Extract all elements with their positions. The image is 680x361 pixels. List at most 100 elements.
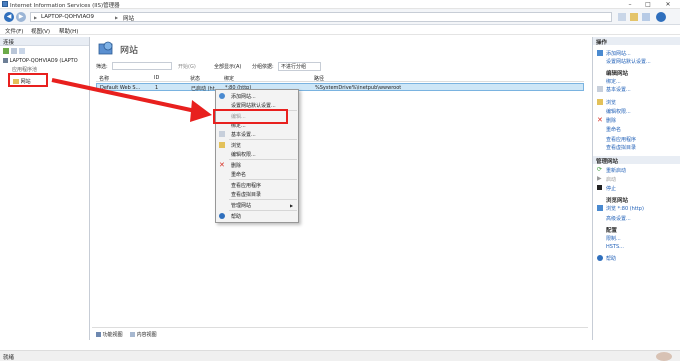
action-view-virtual-dirs-label: 查看虚拟目录: [606, 145, 637, 151]
context-item-rename-label: 重命名: [231, 172, 247, 178]
sites-globe-icon: [98, 41, 113, 55]
browse-globe-icon: [597, 205, 603, 211]
refresh-icon[interactable]: [618, 13, 626, 21]
actions-header: 操作: [593, 37, 680, 46]
save-icon[interactable]: [11, 48, 17, 54]
connections-toolbar: [3, 48, 43, 55]
actions-pane: 操作 添加网站... 设置网站默认设置... 编辑网站 绑定... 基本设置..…: [592, 37, 680, 340]
annotation-arrow: [51, 78, 212, 122]
home-icon[interactable]: [642, 13, 650, 21]
minimize-button[interactable]: –: [622, 0, 638, 9]
action-start-label: 启动: [606, 177, 617, 183]
tree-item-app-pools[interactable]: 应用程序池: [12, 66, 37, 73]
config-group: 配置: [606, 228, 618, 234]
close-button[interactable]: ✕: [660, 0, 676, 9]
action-stop-label: 停止: [606, 186, 617, 192]
view-tabs: 功能视图 内容视图: [92, 327, 588, 340]
tab-features-view-label: 功能视图: [102, 332, 123, 338]
tab-features-view[interactable]: 功能视图: [96, 331, 123, 338]
status-bar: 就绪: [0, 350, 680, 361]
server-icon: [3, 58, 8, 63]
submenu-arrow-icon: ▶: [290, 203, 294, 208]
help-icon[interactable]: [656, 12, 666, 22]
stop-icon[interactable]: [630, 13, 638, 21]
action-limits-label: 限制...: [606, 236, 621, 242]
context-item-edit-permissions[interactable]: 编辑权限...: [216, 150, 300, 158]
context-item-delete-label: 删除: [231, 163, 242, 169]
menu-file[interactable]: 文件(F): [5, 27, 23, 35]
avatar: [656, 352, 672, 361]
delete-icon: ✕: [219, 161, 225, 169]
group-by-label: 分组依据:: [252, 64, 274, 70]
action-help-label: 帮助: [606, 256, 617, 262]
context-item-edit-permissions-label: 编辑权限...: [231, 152, 256, 158]
back-button[interactable]: ◀: [4, 12, 14, 22]
context-item-view-virtual-dirs[interactable]: 查看虚拟目录: [216, 190, 300, 198]
column-path[interactable]: 路径: [314, 75, 324, 82]
context-item-browse-label: 浏览: [231, 143, 242, 149]
breadcrumb-separator-icon: ▶: [115, 15, 119, 20]
context-item-help[interactable]: 帮助: [216, 212, 300, 220]
browse-folder-icon: [219, 142, 225, 148]
action-browse-label: 浏览: [606, 100, 617, 106]
browse-site-group: 浏览网站: [606, 198, 629, 204]
action-browse-80-label: 浏览 *:80 (http): [606, 206, 644, 212]
address-bar: ◀ ▶ ▶ LAPTOP-QOHVIAO9 ▶ 网站: [0, 9, 680, 25]
menu-bar: 文件(F) 视图(V) 帮助(H): [0, 25, 680, 35]
context-separator: [229, 139, 297, 140]
action-edit-permissions-label: 编辑权限...: [606, 109, 631, 115]
status-text: 就绪: [3, 355, 15, 361]
action-hsts-label: HSTS...: [606, 244, 624, 250]
menu-help[interactable]: 帮助(H): [59, 27, 78, 35]
context-item-help-label: 帮助: [231, 214, 242, 220]
basic-settings-icon: [597, 86, 603, 92]
group-by-select[interactable]: 不进行分组: [278, 62, 322, 71]
tab-content-view[interactable]: 内容视图: [130, 331, 157, 338]
forward-button[interactable]: ▶: [16, 12, 26, 22]
help-icon: [219, 213, 225, 219]
row-path: %SystemDrive%\inetpub\wwwroot: [315, 85, 402, 91]
breadcrumb-item-server[interactable]: LAPTOP-QOHVIAO9: [41, 14, 94, 20]
add-site-icon: [597, 50, 603, 56]
action-basic-settings-label: 基本设置...: [606, 87, 631, 93]
edit-site-group: 编辑网站: [606, 71, 629, 77]
tree-item-sites-label: 网站: [20, 79, 31, 85]
sites-folder-icon: [13, 79, 19, 84]
manage-site-header: 管理网站: [593, 156, 680, 165]
context-item-manage-site-label: 管理网站: [231, 203, 252, 209]
connections-header: 连接: [0, 37, 89, 46]
annotation-arrow-head: [190, 100, 212, 122]
context-separator: [229, 159, 297, 160]
annotation-arrow-shaft: [51, 78, 201, 114]
breadcrumb-separator-icon: ▶: [34, 15, 38, 20]
context-item-browse[interactable]: 浏览: [216, 141, 300, 149]
context-item-view-applications[interactable]: 查看应用程序: [216, 181, 300, 189]
restart-icon: ⟳: [597, 166, 603, 173]
window-title: Internet Information Services (IIS)管理器: [10, 3, 120, 9]
context-item-add-site-label: 添加网站...: [231, 94, 256, 100]
tab-content-view-label: 内容视图: [136, 332, 157, 338]
browse-folder-icon: [597, 99, 603, 105]
breadcrumb[interactable]: ▶ LAPTOP-QOHVIAO9 ▶ 网站: [30, 12, 612, 22]
page-title: 网站: [120, 46, 139, 56]
context-item-delete[interactable]: ✕ 删除: [216, 161, 300, 170]
basic-settings-icon: [219, 131, 225, 137]
context-item-view-applications-label: 查看应用程序: [231, 183, 262, 189]
context-item-rename[interactable]: 重命名: [216, 170, 300, 178]
context-item-manage-site[interactable]: 管理网站 ▶: [216, 201, 300, 209]
breadcrumb-item-sites[interactable]: 网站: [123, 14, 134, 22]
features-view-icon: [96, 332, 101, 337]
context-separator: [229, 179, 297, 180]
context-item-site-defaults-label: 设置网站默认设置...: [231, 103, 276, 109]
context-item-basic-settings[interactable]: 基本设置...: [216, 130, 300, 138]
action-view-applications-label: 查看应用程序: [606, 137, 637, 143]
maximize-button[interactable]: □: [640, 0, 656, 9]
connect-icon[interactable]: [3, 48, 9, 54]
context-item-view-virtual-dirs-label: 查看虚拟目录: [231, 192, 262, 198]
action-rename-label: 重命名: [606, 127, 622, 133]
help-icon: [597, 255, 603, 261]
action-restart-label: 重新启动: [606, 168, 627, 174]
tree-refresh-icon[interactable]: [19, 48, 25, 54]
menu-view[interactable]: 视图(V): [31, 27, 50, 35]
action-site-defaults-label: 设置网站默认设置...: [606, 59, 651, 65]
